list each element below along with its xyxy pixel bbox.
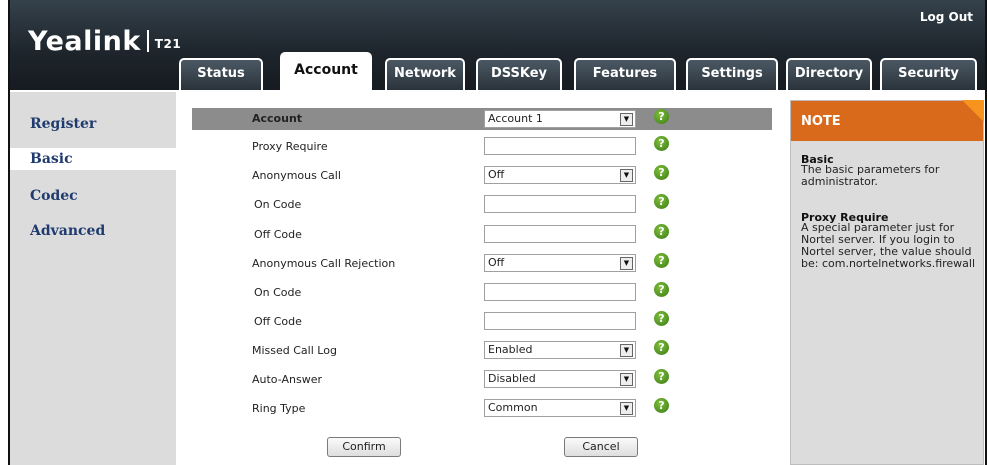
logout-link[interactable]: Log Out: [920, 10, 973, 24]
sidebar-item-basic[interactable]: Basic: [10, 148, 182, 170]
tab-account[interactable]: Account: [280, 52, 372, 90]
rejection-off-code-input[interactable]: [484, 312, 636, 330]
anonymous-call-label: Anonymous Call: [252, 169, 341, 182]
help-icon[interactable]: ?: [654, 109, 669, 124]
anonymous-call-rejection-value: Off: [488, 256, 505, 269]
help-icon[interactable]: ?: [654, 369, 669, 384]
note-panel: NOTE Basic The basic parameters for admi…: [790, 100, 984, 465]
proxy-require-input[interactable]: [484, 137, 636, 155]
account-label: Account: [252, 112, 303, 125]
help-icon[interactable]: ?: [654, 282, 669, 297]
rejection-off-code-label: Off Code: [254, 315, 302, 328]
tab-settings[interactable]: Settings: [686, 58, 778, 90]
sidebar: Register Basic Codec Advanced: [10, 92, 182, 465]
rejection-on-code-label: On Code: [254, 286, 302, 299]
missed-call-log-value: Enabled: [488, 343, 533, 356]
auto-answer-label: Auto-Answer: [252, 373, 322, 386]
note-basic-text: The basic parameters for administrator.: [801, 163, 940, 188]
dropdown-arrow-icon: ▼: [620, 402, 633, 415]
note-corner-flag: [962, 100, 984, 122]
help-icon[interactable]: ?: [654, 165, 669, 180]
auto-answer-value: Disabled: [488, 372, 536, 385]
note-proxy-require-text: A special parameter just for Nortel serv…: [801, 221, 976, 270]
logo-separator: [146, 30, 149, 52]
anonymous-call-select[interactable]: Off ▼: [484, 166, 636, 184]
help-icon[interactable]: ?: [654, 311, 669, 326]
anonymous-call-off-code-label: Off Code: [254, 228, 302, 241]
note-title: NOTE: [801, 114, 841, 129]
help-icon[interactable]: ?: [654, 224, 669, 239]
account-select-value: Account 1: [488, 112, 543, 125]
ring-type-select[interactable]: Common ▼: [484, 399, 636, 417]
note-header: NOTE: [791, 100, 984, 141]
confirm-button[interactable]: Confirm: [327, 437, 401, 457]
tab-status[interactable]: Status: [179, 58, 263, 90]
sidebar-item-codec[interactable]: Codec: [30, 188, 78, 204]
anonymous-call-on-code-input[interactable]: [484, 195, 636, 213]
missed-call-log-select[interactable]: Enabled ▼: [484, 341, 636, 359]
ring-type-label: Ring Type: [252, 402, 306, 415]
help-icon[interactable]: ?: [654, 340, 669, 355]
tab-directory[interactable]: Directory: [786, 58, 872, 90]
tab-security[interactable]: Security: [880, 58, 977, 90]
anonymous-call-rejection-select[interactable]: Off ▼: [484, 254, 636, 272]
missed-call-log-label: Missed Call Log: [252, 344, 337, 357]
anonymous-call-value: Off: [488, 168, 505, 181]
tab-dsskey[interactable]: DSSKey: [476, 58, 562, 90]
tab-network[interactable]: Network: [385, 58, 465, 90]
main-form: Account Account 1 ▼ ? Proxy Require ? An…: [184, 92, 782, 465]
dropdown-arrow-icon: ▼: [620, 373, 633, 386]
dropdown-arrow-icon: ▼: [620, 344, 633, 357]
anonymous-call-off-code-input[interactable]: [484, 225, 636, 243]
cancel-button[interactable]: Cancel: [564, 437, 638, 457]
model-label: T21: [154, 37, 182, 51]
help-icon[interactable]: ?: [654, 398, 669, 413]
auto-answer-select[interactable]: Disabled ▼: [484, 370, 636, 388]
sidebar-item-register[interactable]: Register: [30, 116, 96, 132]
dropdown-arrow-icon: ▼: [620, 113, 633, 126]
anonymous-call-on-code-label: On Code: [254, 198, 302, 211]
header-bar: Yealink T21 Log Out Status Account Networ…: [10, 0, 985, 90]
account-select[interactable]: Account 1 ▼: [484, 110, 636, 128]
dropdown-arrow-icon: ▼: [620, 257, 633, 270]
help-icon[interactable]: ?: [654, 253, 669, 268]
dropdown-arrow-icon: ▼: [620, 169, 633, 182]
sidebar-item-advanced[interactable]: Advanced: [30, 223, 105, 239]
anonymous-call-rejection-label: Anonymous Call Rejection: [252, 257, 396, 270]
yealink-logo: Yealink T21: [28, 26, 181, 57]
logo-text: Yealink: [28, 26, 141, 57]
help-icon[interactable]: ?: [654, 194, 669, 209]
rejection-on-code-input[interactable]: [484, 283, 636, 301]
tab-features[interactable]: Features: [574, 58, 676, 90]
proxy-require-label: Proxy Require: [252, 140, 328, 153]
ring-type-value: Common: [488, 401, 538, 414]
page-frame: Yealink T21 Log Out Status Account Networ…: [8, 0, 987, 465]
help-icon[interactable]: ?: [654, 136, 669, 151]
